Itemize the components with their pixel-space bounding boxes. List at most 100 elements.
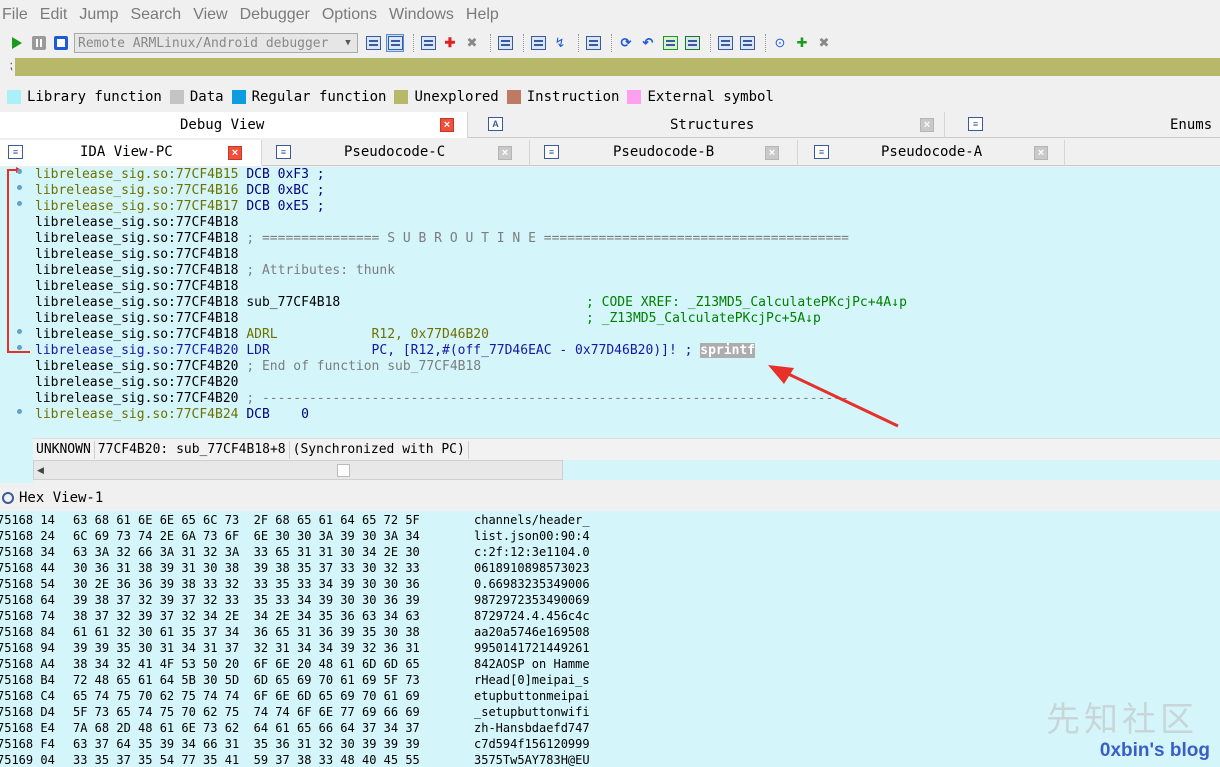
hex-row[interactable]: 75168 E4 7A 68 2D 48 61 6E 73 62 64 61 65… <box>0 720 620 736</box>
disasm-line[interactable]: librelease_sig.so:77CF4B18 ; ===========… <box>35 231 849 247</box>
hex-row[interactable]: 75169 04 33 35 37 35 54 77 35 41 59 37 38… <box>0 752 620 767</box>
top-tab-bar: Debug View × A Structures × ≡ Enums <box>0 112 1220 138</box>
legend-swatch <box>627 90 642 104</box>
step-over-icon[interactable] <box>529 34 547 52</box>
disasm-line[interactable]: librelease_sig.so:77CF4B15 DCB 0xF3 ; <box>35 167 325 183</box>
hex-row[interactable]: 75168 34 63 3A 32 66 3A 31 32 3A 33 65 31… <box>0 544 620 560</box>
menu-search[interactable]: Search <box>127 6 190 24</box>
hex-row[interactable]: 75168 C4 65 74 75 70 62 75 74 74 6F 6E 6D… <box>0 688 620 704</box>
chevron-down-icon[interactable]: ▼ <box>341 35 355 51</box>
attach-process-icon[interactable] <box>364 34 382 52</box>
menu-debugger[interactable]: Debugger <box>237 6 319 24</box>
play-icon[interactable] <box>8 34 26 52</box>
menu-windows[interactable]: Windows <box>386 6 463 24</box>
hex-row[interactable]: 75168 54 30 2E 36 36 39 38 33 32 33 35 33… <box>0 576 620 592</box>
menu-options[interactable]: Options <box>319 6 386 24</box>
registers-icon[interactable] <box>683 34 701 52</box>
remove-watch-icon[interactable]: ✖ <box>815 34 833 52</box>
close-icon[interactable]: × <box>228 146 242 160</box>
delete-breakpoint-icon[interactable]: ✖ <box>463 34 481 52</box>
hex-row[interactable]: 75168 14 63 68 61 6E 6E 65 6C 73 2F 68 65… <box>0 512 620 528</box>
hex-ascii: 3575Tw5AY783H@EU <box>474 753 590 767</box>
disasm-line[interactable]: librelease_sig.so:77CF4B24 DCB 0 <box>35 407 309 423</box>
modules-icon[interactable] <box>738 34 756 52</box>
disasm-line[interactable]: librelease_sig.so:77CF4B18 <box>35 247 239 263</box>
memory-map-icon[interactable] <box>661 34 679 52</box>
disasm-line[interactable]: librelease_sig.so:77CF4B20 ; -----------… <box>35 391 849 407</box>
scrollbar-thumb[interactable] <box>337 464 350 477</box>
debugger-select[interactable]: Remote ARMLinux/Android debugger ▼ <box>74 33 358 53</box>
tab-pseudocode-c[interactable]: ≡ Pseudocode-C × <box>262 140 530 166</box>
highlighted-symbol[interactable]: sprintf <box>700 343 756 358</box>
disasm-line[interactable]: librelease_sig.so:77CF4B20 ; End of func… <box>35 359 481 375</box>
watch-icon[interactable]: ⊙ <box>771 34 789 52</box>
hex-row[interactable]: 75168 F4 63 37 64 35 39 34 66 31 35 36 31… <box>0 736 620 752</box>
hex-row[interactable]: 75168 24 6C 69 73 74 2E 6A 73 6F 6E 30 30… <box>0 528 620 544</box>
breakpoint-dot[interactable] <box>17 345 22 350</box>
disassembly-view[interactable]: librelease_sig.so:77CF4B15 DCB 0xF3 ; li… <box>0 167 1220 439</box>
add-breakpoint-icon[interactable]: ✚ <box>441 34 459 52</box>
hex-row[interactable]: 75168 94 39 39 35 30 31 34 31 37 32 31 34… <box>0 640 620 656</box>
add-watch-icon[interactable]: ✚ <box>793 34 811 52</box>
tab-pseudocode-a[interactable]: ≡ Pseudocode-A × <box>798 140 1065 166</box>
close-icon[interactable]: × <box>920 118 934 132</box>
hex-row[interactable]: 75168 D4 5F 73 65 74 75 70 62 75 74 74 6F… <box>0 704 620 720</box>
hex-view[interactable]: 75168 14 63 68 61 6E 6E 65 6C 73 2F 68 65… <box>0 511 1220 767</box>
close-icon[interactable]: × <box>498 146 512 160</box>
tab-structures[interactable]: A Structures × <box>480 112 945 138</box>
horizontal-scrollbar[interactable]: ◀ <box>33 460 563 480</box>
pause-icon[interactable] <box>30 34 48 52</box>
breakpoint-list-icon[interactable] <box>419 34 437 52</box>
code-xref[interactable]: ; CODE XREF: _Z13MD5_CalculatePKcjPc+4A↓… <box>586 295 907 311</box>
undo-icon[interactable]: ↶ <box>639 34 657 52</box>
breakpoint-dot[interactable] <box>17 409 22 414</box>
hex-row[interactable]: 75168 84 61 61 32 30 61 35 37 34 36 65 31… <box>0 624 620 640</box>
disasm-line[interactable]: librelease_sig.so:77CF4B20 <box>35 375 239 391</box>
navigation-band[interactable]: ⁏ <box>0 56 1220 78</box>
tab-ida-view-pc-label: IDA View-PC <box>80 144 173 160</box>
step-out-icon[interactable] <box>584 34 602 52</box>
trace-icon[interactable]: ⟳ <box>617 34 635 52</box>
breakpoint-dot[interactable] <box>17 201 22 206</box>
hex-address: 75168 E4 <box>0 721 55 735</box>
disasm-line[interactable]: librelease_sig.so:77CF4B18 <box>35 279 239 295</box>
disasm-line[interactable]: librelease_sig.so:77CF4B18 sub_77CF4B18;… <box>35 295 907 311</box>
breakpoint-dot[interactable] <box>17 185 22 190</box>
legend-label: Instruction <box>526 89 620 105</box>
menu-help[interactable]: Help <box>463 6 508 24</box>
tab-pseudocode-b[interactable]: ≡ Pseudocode-B × <box>530 140 798 166</box>
hex-row[interactable]: 75168 A4 38 34 32 41 4F 53 50 20 6F 6E 20… <box>0 656 620 672</box>
close-icon[interactable]: × <box>765 146 779 160</box>
scroll-left-icon[interactable]: ◀ <box>37 465 44 476</box>
hex-row[interactable]: 75168 B4 72 48 65 61 64 5B 30 5D 6D 65 69… <box>0 672 620 688</box>
disasm-line[interactable]: librelease_sig.so:77CF4B18 ; Attributes:… <box>35 263 395 279</box>
disasm-line[interactable]: librelease_sig.so:77CF4B18 ADRL R12, 0x7… <box>35 327 489 343</box>
threads-icon[interactable] <box>716 34 734 52</box>
breakpoint-dot[interactable] <box>17 169 22 174</box>
tab-ida-view-pc[interactable]: ≡ IDA View-PC × <box>0 140 262 166</box>
toolbar-separator <box>765 34 766 52</box>
step-into-icon[interactable] <box>496 34 514 52</box>
tab-enums[interactable]: ≡ Enums <box>958 112 1220 138</box>
code-xref[interactable]: ; _Z13MD5_CalculatePKcjPc+5A↓p <box>586 311 821 327</box>
disasm-line[interactable]: librelease_sig.so:77CF4B18; _Z13MD5_Calc… <box>35 311 821 327</box>
disasm-line[interactable]: librelease_sig.so:77CF4B18 <box>35 215 239 231</box>
close-icon[interactable]: × <box>440 118 454 132</box>
menu-view[interactable]: View <box>190 6 236 24</box>
menu-edit[interactable]: Edit <box>37 6 77 24</box>
disasm-line-current[interactable]: librelease_sig.so:77CF4B20 LDR PC, [R12,… <box>35 343 756 359</box>
navigation-band-bar[interactable] <box>15 58 1220 76</box>
menu-file[interactable]: File <box>0 6 37 24</box>
breakpoint-dot[interactable] <box>17 329 22 334</box>
disasm-line[interactable]: librelease_sig.so:77CF4B17 DCB 0xE5 ; <box>35 199 325 215</box>
tab-debug-view[interactable]: Debug View × <box>0 112 468 138</box>
detach-process-icon[interactable] <box>386 34 404 52</box>
hex-row[interactable]: 75168 44 30 36 31 38 39 31 30 38 39 38 35… <box>0 560 620 576</box>
hex-row[interactable]: 75168 74 38 37 32 39 37 32 34 2E 34 2E 34… <box>0 608 620 624</box>
hex-row[interactable]: 75168 64 39 38 37 32 39 37 32 33 35 33 34… <box>0 592 620 608</box>
close-icon[interactable]: × <box>1034 146 1048 160</box>
run-to-cursor-icon[interactable]: ↯ <box>551 34 569 52</box>
menu-jump[interactable]: Jump <box>76 6 127 24</box>
stop-icon[interactable] <box>52 34 70 52</box>
disasm-line[interactable]: librelease_sig.so:77CF4B16 DCB 0xBC ; <box>35 183 325 199</box>
